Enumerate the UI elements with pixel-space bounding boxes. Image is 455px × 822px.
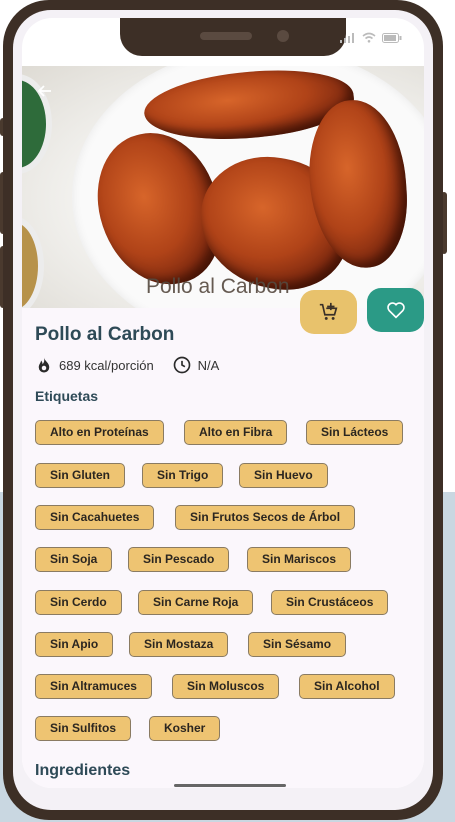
tag-chip: Sin Mostaza	[129, 632, 229, 657]
time-text: N/A	[197, 357, 220, 373]
tag-chip: Sin Sulfitos	[35, 716, 131, 741]
tag-chip: Sin Pescado	[128, 547, 230, 572]
app-screen: Pollo al Carbon Pollo al Carbon 689 kcal…	[22, 18, 424, 788]
tags-heading: Etiquetas	[35, 388, 99, 404]
hero-image-caption: Pollo al Carbon	[146, 275, 290, 298]
tag-chip: Sin Huevo	[239, 463, 328, 488]
tag-chip: Alto en Fibra	[184, 420, 288, 445]
add-to-cart-icon	[319, 302, 337, 320]
scroll-indicator[interactable]	[174, 784, 286, 787]
tag-chip: Sin Cerdo	[35, 590, 122, 615]
favorite-button[interactable]	[367, 288, 424, 332]
signal-icon	[340, 32, 354, 43]
clock-icon	[172, 355, 192, 375]
tag-chip: Sin Apio	[35, 632, 114, 657]
tag-chip: Sin Cacahuetes	[35, 505, 155, 530]
recipe-title: Pollo al Carbon	[35, 324, 175, 345]
status-bar	[340, 32, 402, 43]
flame-icon	[35, 356, 53, 374]
wifi-icon	[362, 32, 376, 43]
arrow-left-icon[interactable]	[37, 84, 52, 102]
phone-notch	[120, 18, 346, 56]
tag-chip: Sin Crustáceos	[271, 590, 389, 615]
calories-text: 689 kcal/porción	[59, 357, 154, 373]
add-to-cart-button[interactable]	[300, 290, 357, 334]
recipe-meta: 689 kcal/porción N/A	[35, 355, 219, 375]
recipe-hero-image: Pollo al Carbon	[22, 66, 424, 308]
phone-bezel: Pollo al Carbon Pollo al Carbon 689 kcal…	[13, 10, 433, 810]
heart-icon	[386, 302, 405, 319]
tag-chip: Sin Carne Roja	[138, 590, 254, 615]
front-camera	[277, 30, 289, 42]
tag-chip: Sin Lácteos	[306, 420, 404, 445]
side-bowl-sauce	[22, 216, 44, 308]
ingredients-heading: Ingredientes	[35, 762, 131, 779]
phone-frame: Pollo al Carbon Pollo al Carbon 689 kcal…	[3, 0, 443, 820]
recipe-details: Pollo al Carbon 689 kcal/porción N/A Eti…	[22, 308, 424, 788]
tag-chip: Sin Mariscos	[247, 547, 352, 572]
tag-chip: Sin Gluten	[35, 463, 125, 488]
tag-chip: Sin Alcohol	[299, 674, 395, 699]
tag-chip: Sin Sésamo	[248, 632, 347, 657]
tag-chip: Sin Trigo	[142, 463, 224, 488]
battery-icon	[382, 32, 402, 43]
tag-chip: Sin Altramuces	[35, 674, 152, 699]
tag-chip: Alto en Proteínas	[35, 420, 164, 445]
tag-chip: Sin Soja	[35, 547, 113, 572]
tag-chip: Sin Frutos Secos de Árbol	[175, 505, 356, 530]
speaker-grill	[200, 32, 252, 40]
tag-chip: Sin Moluscos	[172, 674, 280, 699]
tag-chip: Kosher	[149, 716, 221, 741]
